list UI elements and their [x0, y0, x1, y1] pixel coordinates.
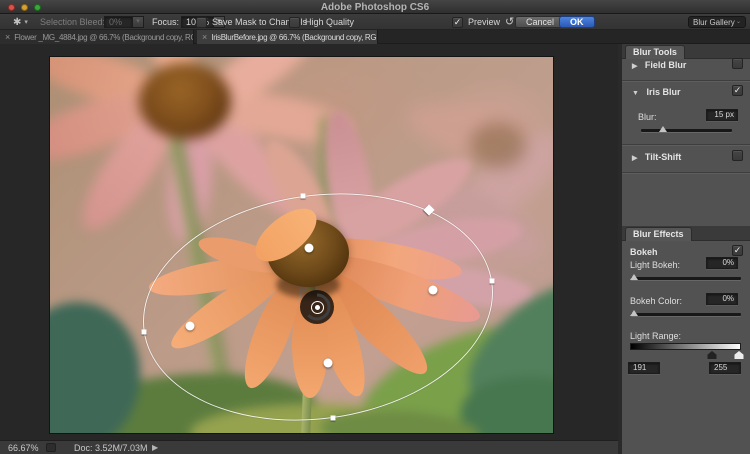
light-range-label: Light Range:: [630, 331, 681, 341]
iris-blur-section-header[interactable]: ▼ Iris Blur: [632, 87, 680, 97]
zoom-level-field[interactable]: 66.67%: [8, 443, 39, 453]
light-range-low-thumb[interactable]: [708, 351, 717, 359]
blur-tools-tabstrip: Blur Tools: [622, 44, 750, 59]
workspace-caret-icon: ⌄: [736, 20, 741, 25]
tab-label: IrisBlurBefore.jpg @ 66.7% (Background c…: [211, 33, 378, 42]
bokeh-color-slider-thumb[interactable]: [630, 310, 638, 316]
bokeh-color-label: Bokeh Color:: [630, 296, 682, 306]
right-panel: Blur Tools ▶ Field Blur ▼ Iris Blur ✓ Bl…: [622, 44, 750, 454]
light-range-low-field[interactable]: 191: [628, 362, 660, 374]
blur-tool-icon[interactable]: ✱: [13, 17, 21, 28]
blur-amount-field[interactable]: 15 px: [706, 109, 738, 121]
ellipse-handle-right[interactable]: [490, 279, 495, 284]
ellipse-handle-bottom[interactable]: [331, 416, 336, 421]
field-blur-section-header[interactable]: ▶ Field Blur: [632, 60, 686, 70]
photoshop-window: Adobe Photoshop CS6 ✱ ▾ Selection Bleed:…: [0, 0, 750, 454]
bokeh-color-slider[interactable]: [631, 313, 741, 316]
expanded-arrow-icon[interactable]: ▼: [632, 90, 639, 97]
selection-bleed-label: Selection Bleed:: [40, 17, 105, 27]
section-divider: [622, 172, 750, 174]
light-range-gradient: [630, 343, 741, 350]
blur-amount-slider-thumb[interactable]: [659, 126, 667, 132]
workspace-switcher[interactable]: Blur Gallery ⌄: [688, 16, 746, 28]
document-tab-bar: × Flower _MG_4884.jpg @ 66.7% (Backgroun…: [0, 30, 750, 44]
tab-flower-document[interactable]: × Flower _MG_4884.jpg @ 66.7% (Backgroun…: [0, 30, 194, 44]
field-blur-checkbox[interactable]: [732, 58, 743, 69]
light-bokeh-slider[interactable]: [631, 277, 741, 280]
feather-dot-left[interactable]: [186, 322, 195, 331]
tab-label: Flower _MG_4884.jpg @ 66.7% (Background …: [14, 33, 194, 42]
save-mask-checkbox[interactable]: [196, 17, 207, 28]
light-range-high-field[interactable]: 255: [709, 362, 741, 374]
preview-label: Preview: [468, 17, 500, 27]
photo[interactable]: [50, 57, 553, 433]
bokeh-label: Bokeh: [630, 247, 658, 257]
selection-bleed-dropdown: 0% ▾: [104, 16, 144, 28]
workspace-value: Blur Gallery: [693, 18, 735, 27]
blur-amount-label: Blur:: [638, 112, 657, 122]
status-bar: 66.67% Doc: 3.52M/7.03M ▶: [0, 440, 618, 454]
blur-pin-center: [315, 305, 320, 310]
blur-tools-panel-tab[interactable]: Blur Tools: [625, 45, 685, 59]
tab-irisblurbefore-document[interactable]: × IrisBlurBefore.jpg @ 66.7% (Background…: [197, 30, 378, 44]
blur-effects-tabstrip: Blur Effects: [622, 226, 750, 241]
feather-dot-top[interactable]: [305, 244, 314, 253]
close-tab-icon[interactable]: ×: [202, 31, 207, 43]
reset-icon[interactable]: ↺: [505, 16, 514, 28]
feather-dot-bottom[interactable]: [324, 359, 333, 368]
section-divider: [622, 80, 750, 82]
doc-size-readout: Doc: 3.52M/7.03M: [74, 443, 148, 453]
high-quality-label: High Quality: [305, 17, 354, 27]
preview-checkbox[interactable]: ✓: [452, 17, 463, 28]
ellipse-handle-left[interactable]: [142, 330, 147, 335]
collapsed-arrow-icon[interactable]: ▶: [632, 155, 637, 162]
light-bokeh-slider-thumb[interactable]: [630, 274, 638, 280]
canvas-area: [0, 44, 618, 440]
iris-blur-overlay: [50, 57, 553, 433]
bokeh-checkbox[interactable]: ✓: [732, 245, 743, 256]
titlebar: Adobe Photoshop CS6: [0, 0, 750, 14]
tool-preset-caret-icon[interactable]: ▾: [24, 18, 28, 26]
focus-label: Focus:: [152, 17, 179, 27]
feather-dot-right[interactable]: [429, 286, 438, 295]
section-divider: [622, 144, 750, 146]
options-bar: ✱ ▾ Selection Bleed: 0% ▾ Focus: 100% ▾ …: [0, 14, 750, 30]
blur-effects-panel-tab[interactable]: Blur Effects: [625, 227, 692, 241]
blur-amount-slider[interactable]: [641, 129, 732, 132]
window-title: Adobe Photoshop CS6: [0, 2, 750, 13]
tilt-shift-section-header[interactable]: ▶ Tilt-Shift: [632, 152, 681, 162]
selection-bleed-value: 0%: [104, 16, 132, 28]
bokeh-color-field[interactable]: 0%: [706, 293, 738, 305]
ok-button[interactable]: OK: [559, 16, 595, 28]
status-options-arrow-icon[interactable]: ▶: [152, 443, 158, 452]
ellipse-handle-top[interactable]: [301, 194, 306, 199]
light-bokeh-field[interactable]: 0%: [706, 257, 738, 269]
cancel-button[interactable]: Cancel: [515, 16, 565, 28]
light-range-high-thumb[interactable]: [735, 351, 744, 359]
high-quality-checkbox[interactable]: [289, 17, 300, 28]
status-icon: [46, 443, 56, 452]
blur-pin[interactable]: [299, 289, 335, 325]
selection-bleed-caret-icon: ▾: [132, 16, 144, 28]
light-bokeh-label: Light Bokeh:: [630, 260, 680, 270]
tilt-shift-checkbox[interactable]: [732, 150, 743, 161]
collapsed-arrow-icon[interactable]: ▶: [632, 63, 637, 70]
iris-blur-checkbox[interactable]: ✓: [732, 85, 743, 96]
close-tab-icon[interactable]: ×: [5, 31, 10, 43]
